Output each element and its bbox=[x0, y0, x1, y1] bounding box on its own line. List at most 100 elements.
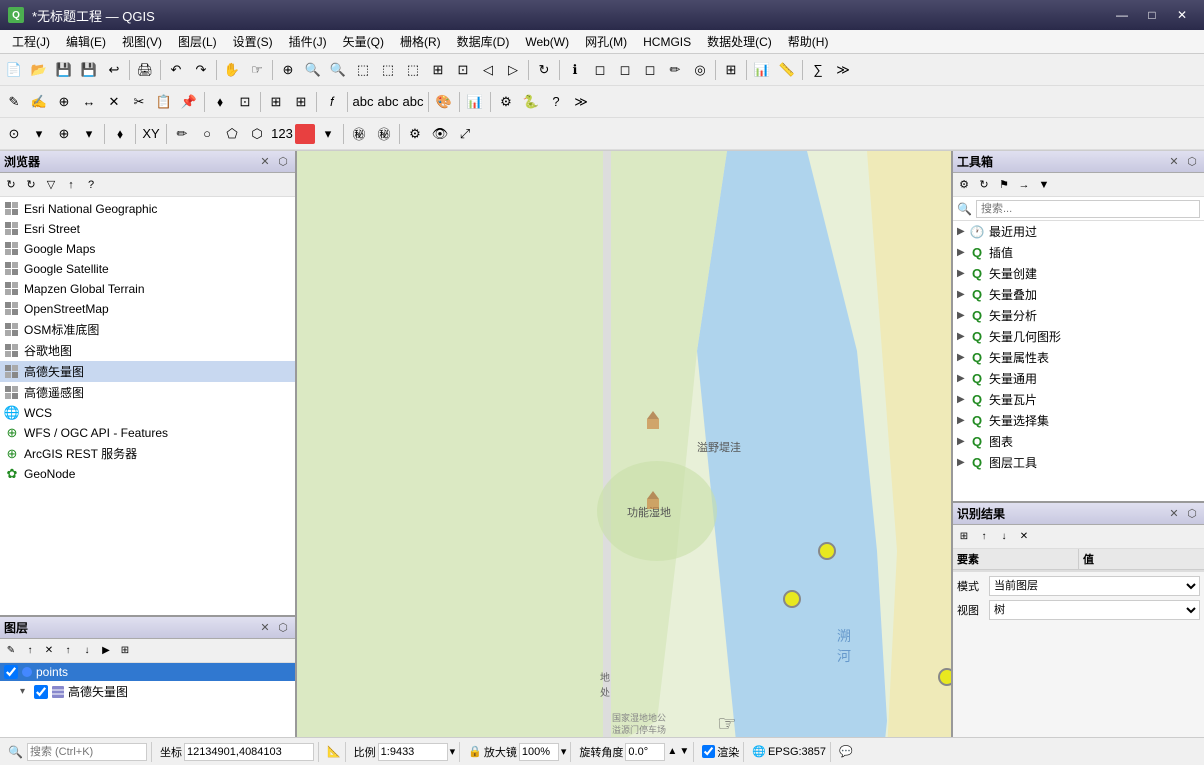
browser-item-arcgis[interactable]: ⊕ ArcGIS REST 服务器 bbox=[0, 443, 295, 464]
menu-database[interactable]: 数据库(D) bbox=[449, 31, 518, 52]
toolbox-item-vector-analysis[interactable]: ▶ Q 矢量分析 bbox=[953, 305, 1204, 326]
statusbar-scale-input[interactable] bbox=[378, 743, 448, 761]
toolbox-flag-btn[interactable]: ⚑ bbox=[995, 176, 1013, 194]
toolbox-item-vector-overlay[interactable]: ▶ Q 矢量叠加 bbox=[953, 284, 1204, 305]
browser-item-google-maps[interactable]: Google Maps bbox=[0, 239, 295, 259]
redo-btn[interactable]: ↷ bbox=[189, 58, 213, 82]
zoom-native-btn[interactable]: ⊡ bbox=[451, 58, 475, 82]
menu-processing[interactable]: 数据处理(C) bbox=[699, 31, 780, 52]
undo-btn[interactable]: ↶ bbox=[164, 58, 188, 82]
browser-close-icon[interactable]: ✕ bbox=[257, 154, 273, 170]
menu-help[interactable]: 帮助(H) bbox=[780, 31, 837, 52]
toolbox-search-input[interactable] bbox=[976, 200, 1200, 218]
gps-arrow[interactable]: ▾ bbox=[77, 122, 101, 146]
edit-node-btn[interactable]: ⊕ bbox=[52, 90, 76, 114]
num-btn[interactable]: 123 bbox=[270, 122, 294, 146]
zoom-last-btn[interactable]: ◁ bbox=[476, 58, 500, 82]
digitize4-btn[interactable]: ✏ bbox=[170, 122, 194, 146]
save-as-btn[interactable]: 💾 bbox=[77, 58, 101, 82]
calc-btn[interactable]: ∑ bbox=[806, 58, 830, 82]
browser-item-google-cn[interactable]: 谷歌地图 bbox=[0, 340, 295, 361]
toolbox-item-vector-select[interactable]: ▶ Q 矢量选择集 bbox=[953, 410, 1204, 431]
statusbar-rotation-input[interactable] bbox=[625, 743, 665, 761]
plugins2-btn[interactable]: ⚙ bbox=[494, 90, 518, 114]
move-feat-btn[interactable]: ↔ bbox=[77, 90, 101, 114]
select-freehand-btn[interactable]: ✏ bbox=[663, 58, 687, 82]
view-select[interactable]: 树 表格 图表 bbox=[989, 600, 1200, 620]
menu-edit[interactable]: 编辑(E) bbox=[58, 31, 114, 52]
browser-item-osm[interactable]: OpenStreetMap bbox=[0, 299, 295, 319]
digitize-btn[interactable]: ✎ bbox=[2, 90, 26, 114]
layer-remove-btn[interactable]: ✕ bbox=[40, 642, 58, 660]
browser-help-btn[interactable]: ? bbox=[82, 176, 100, 194]
lock-icon[interactable]: 🔒 bbox=[468, 745, 482, 758]
label1-btn[interactable]: abc bbox=[351, 90, 375, 114]
circle-btn[interactable]: ○ bbox=[195, 122, 219, 146]
statusbar-coord-input[interactable] bbox=[184, 743, 314, 761]
poly-btn[interactable]: ⬠ bbox=[220, 122, 244, 146]
identify-btn[interactable]: ℹ bbox=[563, 58, 587, 82]
zoom-in-btn[interactable]: 🔍 bbox=[301, 58, 325, 82]
pan-native-btn[interactable]: ☞ bbox=[245, 58, 269, 82]
browser-item-google-satellite[interactable]: Google Satellite bbox=[0, 259, 295, 279]
toolbox-item-vector-general[interactable]: ▶ Q 矢量通用 bbox=[953, 368, 1204, 389]
toolbox-settings-btn[interactable]: ⚙ bbox=[955, 176, 973, 194]
browser-up-btn[interactable]: ↑ bbox=[62, 176, 80, 194]
identify-expand-btn[interactable]: ⊞ bbox=[955, 528, 973, 546]
form-btn[interactable]: ⊞ bbox=[264, 90, 288, 114]
layer-down-btn[interactable]: ▶ bbox=[97, 642, 115, 660]
rotation-up-btn[interactable]: ▲ bbox=[667, 746, 677, 757]
menu-web[interactable]: Web(W) bbox=[517, 33, 577, 51]
layers-float-icon[interactable]: ⬡ bbox=[275, 620, 291, 636]
layer-checkbox-points[interactable] bbox=[4, 665, 18, 679]
layers-close-icon[interactable]: ✕ bbox=[257, 620, 273, 636]
annot2-btn[interactable]: ㊙ bbox=[372, 122, 396, 146]
toolbox-item-vector-create[interactable]: ▶ Q 矢量创建 bbox=[953, 263, 1204, 284]
layer-dup-btn[interactable]: ↓ bbox=[78, 642, 96, 660]
layer-checkbox-gaode[interactable] bbox=[34, 685, 48, 699]
toolbox-refresh-btn[interactable]: ↻ bbox=[975, 176, 993, 194]
diagram-btn[interactable]: 📊 bbox=[463, 90, 487, 114]
toolbox-item-vector-tiles[interactable]: ▶ Q 矢量瓦片 bbox=[953, 389, 1204, 410]
rotation-down-btn[interactable]: ▼ bbox=[679, 746, 689, 757]
copy-feat-btn[interactable]: 📋 bbox=[152, 90, 176, 114]
select-btn[interactable]: ◻ bbox=[588, 58, 612, 82]
expand-btn[interactable]: ⤢ bbox=[453, 122, 477, 146]
save-project-btn[interactable]: 💾 bbox=[52, 58, 76, 82]
close-button[interactable]: ✕ bbox=[1168, 4, 1196, 26]
toolbox-item-vector-attrs[interactable]: ▶ Q 矢量属性表 bbox=[953, 347, 1204, 368]
toolbox-close-icon[interactable]: ✕ bbox=[1166, 154, 1182, 170]
browser-item-geonode[interactable]: ✿ GeoNode bbox=[0, 464, 295, 484]
more-btn[interactable]: ≫ bbox=[831, 58, 855, 82]
menu-project[interactable]: 工程(J) bbox=[4, 31, 58, 52]
toolbox-item-recent[interactable]: ▶ 🕐 最近用过 bbox=[953, 221, 1204, 242]
style-btn[interactable]: 🎨 bbox=[432, 90, 456, 114]
cad-btn[interactable]: ⬧ bbox=[108, 122, 132, 146]
digitize2-btn[interactable]: ✍ bbox=[27, 90, 51, 114]
cut-feat-btn[interactable]: ✂ bbox=[127, 90, 151, 114]
zoom-full-btn[interactable]: ⊞ bbox=[426, 58, 450, 82]
minimize-button[interactable]: — bbox=[1108, 4, 1136, 26]
layer-up-btn[interactable]: ↑ bbox=[59, 642, 77, 660]
toolbox-float-icon[interactable]: ⬡ bbox=[1184, 154, 1200, 170]
scale-dropdown[interactable]: ▾ bbox=[450, 745, 456, 758]
identify-up-btn[interactable]: ↑ bbox=[975, 528, 993, 546]
select-radius-btn[interactable]: ◎ bbox=[688, 58, 712, 82]
layer-item-points[interactable]: points bbox=[0, 663, 295, 681]
python-btn[interactable]: 🐍 bbox=[519, 90, 543, 114]
browser-item-gaode-satellite[interactable]: 高德遥感图 bbox=[0, 382, 295, 403]
label2-btn[interactable]: abc bbox=[376, 90, 400, 114]
statusbar-zoom-input[interactable] bbox=[519, 743, 559, 761]
toolbox-right-btn[interactable]: → bbox=[1015, 176, 1033, 194]
measure-btn[interactable]: 📏 bbox=[775, 58, 799, 82]
menu-plugins[interactable]: 插件(J) bbox=[281, 31, 335, 52]
toolbox-item-layer-tools[interactable]: ▶ Q 图层工具 bbox=[953, 452, 1204, 473]
browser-filter-btn[interactable]: ▽ bbox=[42, 176, 60, 194]
menu-view[interactable]: 视图(V) bbox=[114, 31, 170, 52]
zoom-next-btn[interactable]: ▷ bbox=[501, 58, 525, 82]
identify-float-icon[interactable]: ⬡ bbox=[1184, 506, 1200, 522]
pan-btn[interactable]: ✋ bbox=[220, 58, 244, 82]
revert-btn[interactable]: ↩ bbox=[102, 58, 126, 82]
snap-btn[interactable]: ⊙ bbox=[2, 122, 26, 146]
form2-btn[interactable]: ⊞ bbox=[289, 90, 313, 114]
